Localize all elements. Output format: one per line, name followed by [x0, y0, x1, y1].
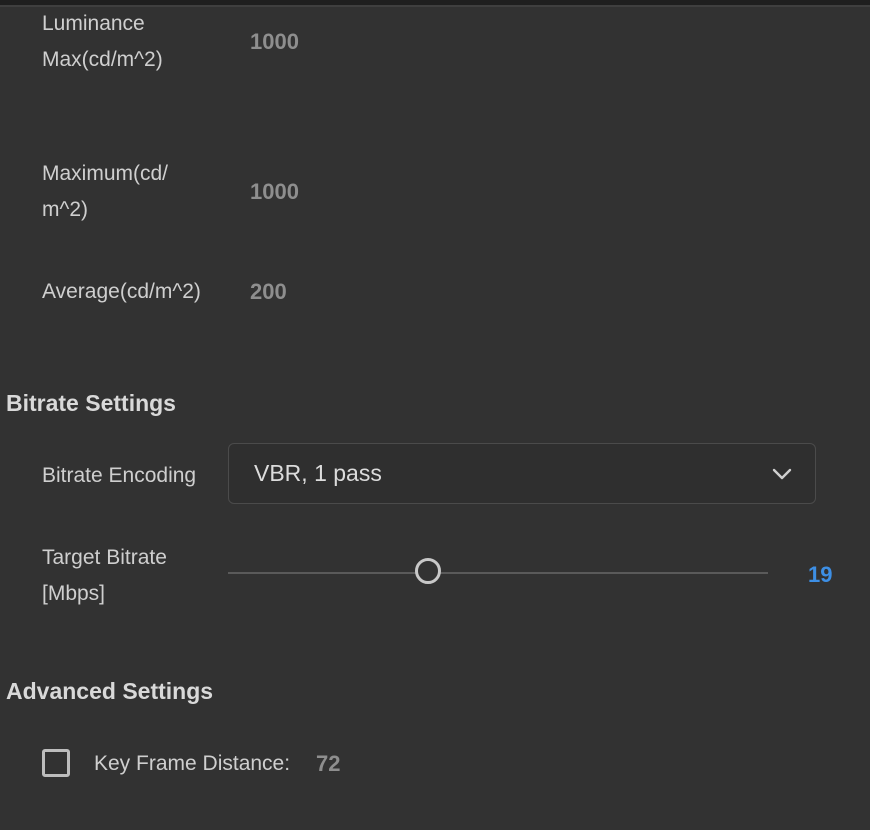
- maximum-label-line2: m^2): [42, 198, 89, 221]
- luminance-max-value[interactable]: 1000: [250, 27, 299, 57]
- key-frame-distance-checkbox[interactable]: [42, 749, 70, 777]
- key-frame-distance-label: Key Frame Distance:: [94, 752, 291, 775]
- target-bitrate-value[interactable]: 19: [808, 560, 832, 590]
- maximum-value[interactable]: 1000: [250, 177, 299, 207]
- target-bitrate-label: Target Bitrate [Mbps]: [42, 540, 167, 612]
- target-bitrate-label-line1: Target Bitrate: [42, 546, 167, 569]
- bitrate-encoding-dropdown[interactable]: VBR, 1 pass: [228, 443, 816, 504]
- target-bitrate-slider-thumb[interactable]: [414, 558, 441, 584]
- bitrate-settings-title: Bitrate Settings: [6, 390, 176, 416]
- bitrate-encoding-label: Bitrate Encoding: [42, 464, 197, 487]
- luminance-max-label-line1: Luminance: [42, 12, 145, 35]
- luminance-max-label-line2: Max(cd/m^2): [42, 48, 163, 71]
- advanced-settings-title: Advanced Settings: [6, 678, 214, 704]
- average-value[interactable]: 200: [250, 277, 287, 307]
- target-bitrate-label-line2: [Mbps]: [42, 582, 106, 605]
- maximum-label: Maximum(cd/ m^2): [42, 156, 168, 228]
- key-frame-distance-value[interactable]: 72: [316, 749, 340, 779]
- target-bitrate-slider-track[interactable]: [228, 572, 768, 574]
- luminance-max-label: Luminance Max(cd/m^2): [42, 6, 163, 78]
- maximum-label-line1: Maximum(cd/: [42, 162, 169, 185]
- chevron-down-icon: [771, 463, 793, 485]
- bitrate-encoding-value: VBR, 1 pass: [254, 460, 382, 486]
- average-label: Average(cd/m^2): [42, 280, 201, 303]
